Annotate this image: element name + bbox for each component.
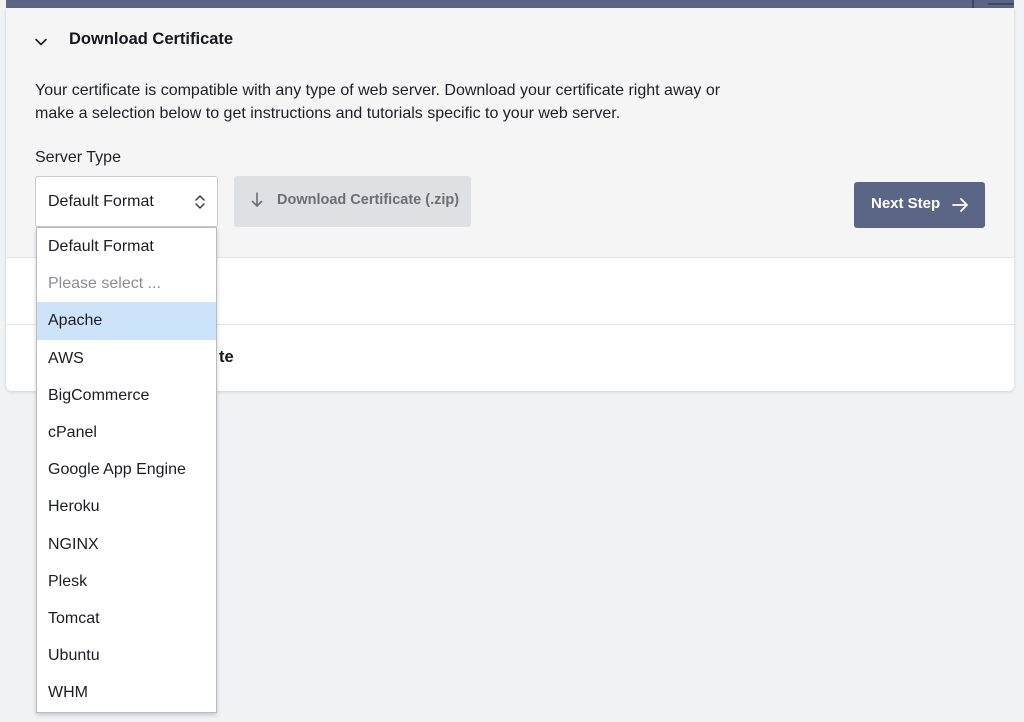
chevron-down-icon[interactable]: [34, 35, 48, 49]
section-description: Your certificate is compatible with any …: [35, 82, 721, 122]
server-type-dropdown-list[interactable]: Default Format Please select ... Apache AWS…: [36, 227, 217, 713]
arrow-right-icon: [952, 198, 968, 212]
dropdown-option[interactable]: Heroku: [37, 488, 216, 525]
download-certificate-button[interactable]: Download Certificate (.zip): [234, 176, 471, 227]
dropdown-option[interactable]: Apache: [37, 302, 216, 340]
dropdown-option[interactable]: Tomcat: [37, 600, 216, 637]
up-down-chevron-icon: [195, 195, 205, 209]
dropdown-option[interactable]: cPanel: [37, 414, 216, 451]
dropdown-option[interactable]: Default Format: [37, 228, 216, 265]
download-certificate-section: Download Certificate Your certificate is…: [6, 8, 1014, 258]
dropdown-option[interactable]: Plesk: [37, 563, 216, 600]
next-step-button[interactable]: Next Step: [854, 182, 985, 228]
arrow-down-icon: [251, 192, 263, 207]
dropdown-option[interactable]: NGINX: [37, 526, 216, 563]
section-title: Download Certificate: [69, 30, 234, 48]
dropdown-option[interactable]: Google App Engine: [37, 451, 216, 488]
dropdown-option[interactable]: Please select ...: [37, 265, 216, 302]
section-header[interactable]: Download Certificate: [6, 8, 1014, 72]
dropdown-option[interactable]: Ubuntu: [37, 637, 216, 674]
download-certificate-label: Download Certificate (.zip): [277, 192, 460, 208]
collapsed-section-title-visible: te: [219, 348, 234, 366]
dropdown-option[interactable]: AWS: [37, 340, 216, 377]
next-step-label: Next Step: [871, 195, 941, 212]
menu-icon[interactable]: [988, 3, 1014, 5]
dropdown-option[interactable]: BigCommerce: [37, 377, 216, 414]
server-type-label: Server Type: [35, 149, 121, 166]
top-header-bar: [6, 0, 1014, 8]
server-type-select[interactable]: Default Format: [35, 176, 218, 227]
server-type-selected-value: Default Format: [48, 192, 154, 210]
dropdown-option[interactable]: WHM: [37, 674, 216, 711]
